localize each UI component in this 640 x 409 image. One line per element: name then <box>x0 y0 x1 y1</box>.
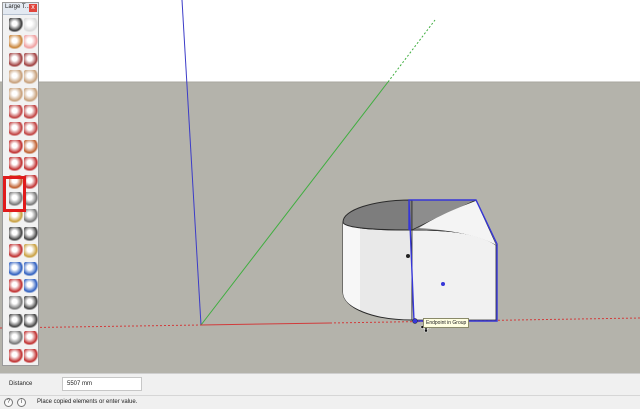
green-axis-dashed <box>387 19 436 83</box>
offset-icon[interactable] <box>24 174 38 189</box>
3d-text-icon[interactable] <box>24 226 38 241</box>
dimension-icon[interactable] <box>24 192 38 206</box>
text-icon[interactable] <box>24 209 38 224</box>
eraser-icon[interactable] <box>24 18 38 32</box>
sandbox-icon[interactable] <box>9 331 23 346</box>
toolbar-title: Large T... <box>5 4 30 10</box>
polygon-icon[interactable] <box>24 87 38 102</box>
copied-piece-side <box>411 229 497 321</box>
warehouse-icon[interactable] <box>24 331 38 346</box>
measurements-label: Distance <box>9 381 33 387</box>
ground-plane <box>0 82 640 373</box>
follow-me-icon[interactable] <box>24 157 38 172</box>
highlight-box <box>3 176 26 212</box>
center-point <box>406 254 410 258</box>
push-pull-icon[interactable] <box>24 139 38 154</box>
axes-icon[interactable] <box>9 226 23 241</box>
copy-point <box>441 282 445 286</box>
look-around-icon[interactable] <box>24 296 38 311</box>
rotated-rectangle-icon[interactable] <box>24 70 38 85</box>
measurements-input[interactable]: 5507 mm <box>62 377 142 391</box>
pan-icon[interactable] <box>24 244 38 259</box>
cylinder-side-shade <box>343 222 360 310</box>
info-icon[interactable]: i <box>17 398 26 407</box>
rotate-icon[interactable] <box>9 157 23 172</box>
inference-tooltip: Endpoint in Group <box>423 318 470 328</box>
position-camera-icon[interactable] <box>9 296 23 311</box>
arc-3pt-icon[interactable] <box>9 122 23 137</box>
share-icon[interactable] <box>24 348 38 363</box>
eraser-pink-icon[interactable] <box>24 35 38 50</box>
status-area: Distance 5507 mm ? i Place copied elemen… <box>0 373 640 409</box>
zoom-extents-icon[interactable] <box>9 279 23 293</box>
rectangle-icon[interactable] <box>9 70 23 85</box>
move-icon[interactable] <box>9 139 23 154</box>
walk-icon[interactable] <box>9 313 23 328</box>
geo-location-icon[interactable]: ? <box>4 398 13 407</box>
zoom-icon[interactable] <box>9 261 23 276</box>
zoom-window-icon[interactable] <box>24 261 38 276</box>
status-divider <box>0 395 640 396</box>
toolbar-header[interactable]: Large T... x <box>3 3 38 15</box>
pie-icon[interactable] <box>24 122 38 137</box>
select-icon[interactable] <box>9 18 23 32</box>
drawing-viewport[interactable]: Endpoint in Group Large T... x <box>0 0 640 373</box>
extension-icon[interactable] <box>9 348 23 363</box>
circle-icon[interactable] <box>9 87 23 102</box>
status-message: Place copied elements or enter value. <box>37 399 138 405</box>
arc-2pt-icon[interactable] <box>24 105 38 119</box>
close-icon[interactable]: x <box>29 4 37 12</box>
freehand-icon[interactable] <box>24 52 38 67</box>
endpoint-marker <box>412 318 418 324</box>
section-plane-icon[interactable] <box>24 313 38 328</box>
orbit-icon[interactable] <box>9 244 23 259</box>
line-icon[interactable] <box>9 52 23 67</box>
model-scene[interactable] <box>0 0 640 373</box>
previous-view-icon[interactable] <box>24 279 38 293</box>
arc-icon[interactable] <box>9 105 23 119</box>
paint-bucket-icon[interactable] <box>9 35 23 50</box>
large-tool-set-toolbar[interactable]: Large T... x <box>2 2 39 366</box>
